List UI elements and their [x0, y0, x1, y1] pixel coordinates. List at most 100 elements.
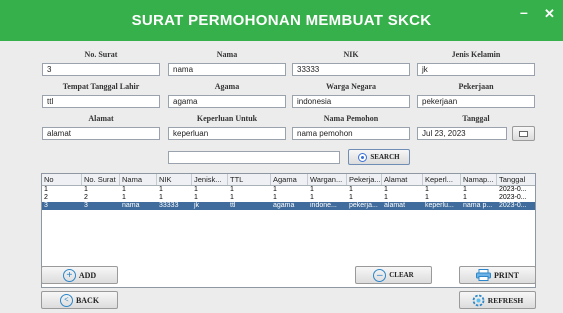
table-cell: nama [122, 202, 140, 209]
table-cell: 2 [44, 194, 48, 201]
table-cell: agama [273, 202, 295, 209]
column-header[interactable]: No. Surat [82, 174, 120, 185]
warga-negara-field[interactable]: indonesia [292, 95, 410, 108]
table-cell: 1 [159, 186, 163, 193]
clear-button-label: CLEAR [389, 271, 414, 279]
nama-field[interactable]: nama [168, 63, 286, 76]
title-bar: SURAT PERMOHONAN MEMBUAT SKCK – ✕ [0, 0, 563, 41]
table-cell: 1 [159, 194, 163, 201]
table-header: No No. Surat Nama NIK Jenisk... TTL Agama Warga… [42, 174, 535, 186]
printer-icon [476, 269, 492, 281]
main-window: SURAT PERMOHONAN MEMBUAT SKCK – ✕ No. Su… [0, 0, 563, 313]
warga-negara-label: Warga Negara [326, 82, 376, 91]
window-title: SURAT PERMOHONAN MEMBUAT SKCK [131, 12, 432, 29]
column-header[interactable]: Wargan... [308, 174, 347, 185]
table-cell: alamat [384, 202, 406, 209]
keperluan-untuk-field[interactable]: keperluan [168, 127, 286, 140]
table-cell: 1 [273, 186, 277, 193]
refresh-button[interactable]: REFRESH [459, 291, 536, 309]
keperluan-untuk-label: Keperluan Untuk [196, 114, 258, 123]
table-cell: 1 [122, 186, 126, 193]
tanggal-label: Tanggal [462, 114, 490, 123]
column-header[interactable]: TTL [228, 174, 271, 185]
table-cell: 1 [310, 186, 314, 193]
table-row[interactable]: 3 3 nama 33333 jk ttl agama indone... pekerja...… [42, 202, 535, 210]
nik-field[interactable]: 33333 [292, 63, 410, 76]
table-cell: 2023-0... [499, 194, 527, 201]
tempat-tanggal-lahir-field[interactable]: ttl [42, 95, 160, 108]
table-cell: keperlu... [425, 202, 454, 209]
nama-pemohon-label: Nama Pemohon [323, 114, 379, 123]
column-header[interactable]: Agama [271, 174, 308, 185]
table-cell: ttl [230, 202, 236, 209]
table-cell: 1 [425, 186, 429, 193]
table-cell: 1 [349, 186, 353, 193]
table-cell: 1 [84, 186, 88, 193]
nama-label: Nama [216, 50, 238, 59]
refresh-button-label: REFRESH [487, 295, 524, 305]
date-picker-button[interactable] [512, 126, 535, 141]
jenis-kelamin-label: Jenis Kelamin [451, 50, 501, 59]
no-surat-label: No. Surat [84, 50, 118, 59]
pekerjaan-field[interactable]: pekerjaan [417, 95, 535, 108]
table-cell: pekerja... [349, 202, 378, 209]
column-header[interactable]: Jenisk... [192, 174, 228, 185]
search-input[interactable] [168, 151, 340, 164]
table-cell: 1 [230, 186, 234, 193]
table-cell: 1 [425, 194, 429, 201]
no-surat-field[interactable]: 3 [42, 63, 160, 76]
table-cell: 3 [44, 202, 48, 209]
nik-label: NIK [343, 50, 359, 59]
table-cell: 2023-0... [499, 186, 527, 193]
table-cell: 1 [463, 186, 467, 193]
minus-circle-icon: – [373, 268, 387, 282]
table-cell: 2 [84, 194, 88, 201]
table-cell: 1 [463, 194, 467, 201]
table-cell: 1 [230, 194, 234, 201]
table-cell: jk [194, 202, 200, 209]
table-cell: 1 [44, 186, 48, 193]
column-header[interactable]: Alamat [382, 174, 423, 185]
column-header[interactable]: Keperl... [423, 174, 461, 185]
table-cell: 1 [384, 186, 388, 193]
back-button[interactable]: < BACK [41, 291, 118, 309]
pekerjaan-label: Pekerjaan [458, 82, 494, 91]
column-header[interactable]: Pekerja... [347, 174, 382, 185]
table-row[interactable]: 1 1 1 1 1 1 1 1 1 1 1 1 2023-0... [42, 186, 535, 194]
table-cell: 1 [349, 194, 353, 201]
column-header[interactable]: NIK [157, 174, 192, 185]
print-button[interactable]: PRINT [459, 266, 536, 284]
column-header[interactable]: Nama [120, 174, 157, 185]
table-cell: nama p... [463, 202, 493, 209]
jenis-kelamin-field[interactable]: jk [417, 63, 535, 76]
refresh-icon [472, 294, 485, 307]
alamat-label: Alamat [88, 114, 114, 123]
close-button[interactable]: ✕ [544, 6, 555, 22]
tanggal-field[interactable]: Jul 23, 2023 [417, 127, 507, 140]
search-button-label: SEARCH [370, 153, 400, 161]
agama-label: Agama [214, 82, 240, 91]
search-button[interactable]: SEARCH [348, 149, 410, 165]
table-cell: 1 [122, 194, 126, 201]
agama-field[interactable]: agama [168, 95, 286, 108]
alamat-field[interactable]: alamat [42, 127, 160, 140]
column-header[interactable]: No [42, 174, 82, 185]
add-button[interactable]: + ADD [41, 266, 118, 284]
tempat-tanggal-lahir-label: Tempat Tanggal Lahir [62, 82, 140, 91]
calendar-icon [519, 130, 528, 137]
column-header[interactable]: Tanggal [497, 174, 535, 185]
table-cell: 1 [384, 194, 388, 201]
column-header[interactable]: Namap... [461, 174, 497, 185]
search-dot-icon [358, 152, 368, 162]
table-cell: 33333 [159, 202, 179, 209]
table-cell: 1 [194, 194, 198, 201]
back-button-label: BACK [75, 295, 100, 305]
table-cell: 2023-0... [499, 202, 527, 209]
table-row[interactable]: 2 2 1 1 1 1 1 1 1 1 1 1 2023-0... [42, 194, 535, 202]
left-arrow-circle-icon: < [59, 293, 73, 307]
table-cell: 1 [310, 194, 314, 201]
nama-pemohon-field[interactable]: nama pemohon [292, 127, 410, 140]
plus-circle-icon: + [62, 268, 76, 282]
clear-button[interactable]: – CLEAR [355, 266, 432, 284]
minimize-button[interactable]: – [520, 4, 528, 20]
